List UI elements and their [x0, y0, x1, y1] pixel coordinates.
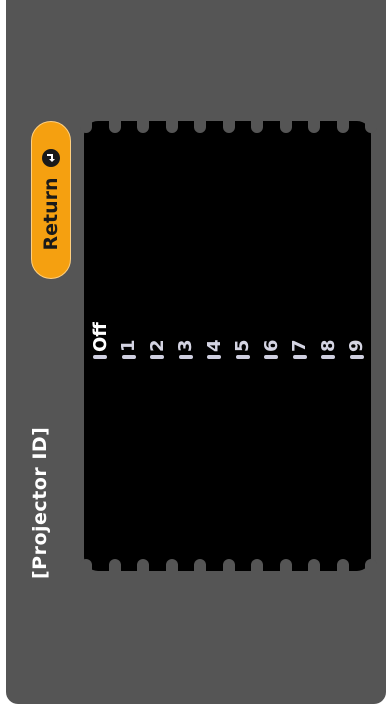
row-separator-left	[336, 559, 349, 571]
row-separator-left	[165, 559, 178, 571]
row-separator-right	[137, 121, 149, 133]
row-separator-right	[308, 121, 320, 133]
row-separator-right	[336, 121, 349, 133]
selection-marker	[349, 355, 364, 359]
selection-marker	[321, 355, 336, 359]
list-item-6[interactable]: 6	[257, 339, 286, 359]
row-separator-right	[365, 121, 377, 133]
selection-marker	[264, 355, 279, 359]
row-separator-left	[308, 559, 320, 571]
menu-content: [Projector ID] Off 1 2 3 4 5 6 7 8 9 Return	[0, 0, 391, 711]
list-item-label: 3	[175, 339, 197, 352]
list-item-9[interactable]: 9	[343, 339, 372, 359]
selection-marker	[150, 355, 165, 359]
row-separator-right	[165, 121, 178, 133]
list-item-3[interactable]: 3	[172, 339, 201, 359]
list-item-label: 6	[260, 339, 282, 352]
selection-marker	[235, 355, 250, 359]
row-separator-left	[137, 559, 149, 571]
projector-menu-screen: [Projector ID] Off 1 2 3 4 5 6 7 8 9 Return	[0, 0, 391, 711]
row-separator-left	[108, 559, 121, 571]
row-separator-right	[80, 121, 92, 133]
row-separator-right	[222, 121, 235, 133]
row-separator-right	[194, 121, 206, 133]
row-separator-left	[279, 559, 292, 571]
row-separator-left	[194, 559, 206, 571]
list-item-label: 7	[289, 339, 311, 352]
enter-icon	[42, 149, 60, 168]
row-separator-right	[251, 121, 263, 133]
return-button-label: Return	[40, 177, 62, 251]
selection-marker	[292, 355, 307, 359]
selection-marker	[207, 355, 222, 359]
row-separator-left	[222, 559, 235, 571]
selection-marker	[178, 355, 193, 359]
list-item-8[interactable]: 8	[314, 339, 343, 359]
row-separator-right	[108, 121, 121, 133]
list-item-label: 9	[346, 339, 368, 352]
list-item-5[interactable]: 5	[229, 339, 258, 359]
list-item-label: 2	[146, 339, 168, 352]
list-item-7[interactable]: 7	[286, 339, 315, 359]
list-item-2[interactable]: 2	[143, 339, 172, 359]
list-item-1[interactable]: 1	[115, 339, 144, 359]
list-item-label: 5	[232, 339, 254, 352]
list-item-label: Off	[89, 322, 111, 352]
return-button[interactable]: Return	[31, 121, 71, 279]
row-separator-left	[251, 559, 263, 571]
row-separator-left	[365, 559, 377, 571]
list-item-off[interactable]: Off	[86, 322, 115, 359]
row-separator-left	[80, 559, 92, 571]
list-item-label: 4	[203, 339, 225, 352]
list-item-label: 1	[118, 339, 140, 352]
selection-marker	[93, 355, 108, 359]
projector-id-list: Off 1 2 3 4 5 6 7 8 9	[80, 121, 377, 571]
page-title: [Projector ID]	[29, 426, 51, 579]
selection-marker	[121, 355, 136, 359]
row-separator-right	[279, 121, 292, 133]
list-item-4[interactable]: 4	[200, 339, 229, 359]
list-item-label: 8	[317, 339, 339, 352]
